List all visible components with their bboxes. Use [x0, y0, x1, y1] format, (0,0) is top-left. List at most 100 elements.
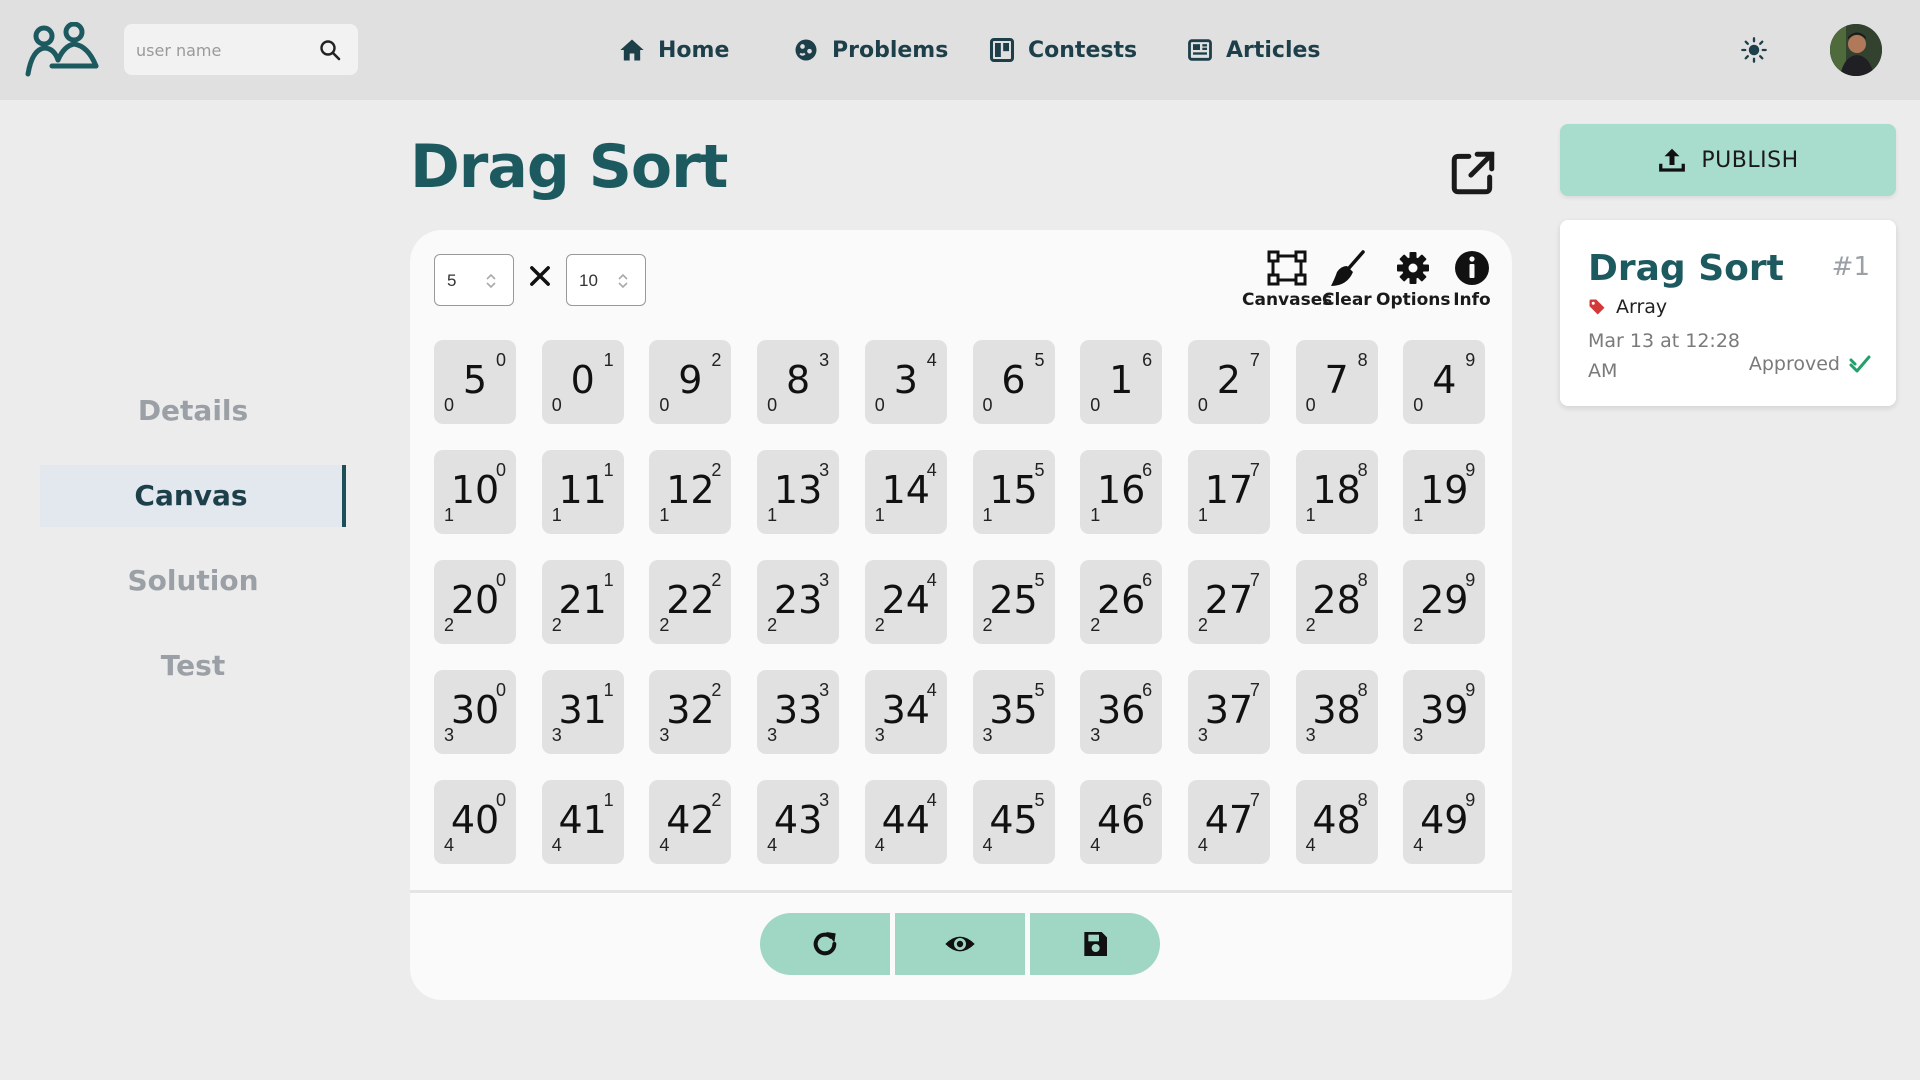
preview-button[interactable] [895, 913, 1025, 975]
publish-button[interactable]: PUBLISH [1560, 124, 1896, 196]
cell-row-index: 0 [1090, 395, 1101, 415]
side-item-canvas[interactable]: Canvas [40, 465, 346, 527]
grid-cell[interactable]: 010 [541, 340, 624, 424]
grid-cell[interactable]: 28 8 2 [1295, 560, 1378, 644]
grid-cell[interactable]: 13 3 1 [757, 450, 840, 534]
grid-cell[interactable]: 20 0 2 [434, 560, 516, 644]
grid-cell[interactable]: 21 1 2 [541, 560, 624, 644]
grid-cell[interactable]: 29 9 2 [1403, 560, 1486, 644]
tool-info[interactable]: Info [1450, 248, 1494, 310]
grid-cell[interactable]: 47 7 4 [1187, 780, 1270, 864]
nav-articles[interactable]: Articles [1186, 30, 1321, 70]
eye-icon [945, 936, 975, 952]
grid-cell[interactable]: 49 9 4 [1403, 780, 1486, 864]
grid-cell[interactable]: 27 7 2 [1187, 560, 1270, 644]
nav-problems[interactable]: Problems [792, 30, 948, 70]
tool-options[interactable]: Options [1376, 248, 1450, 310]
grid-cell[interactable]: 11 1 1 [541, 450, 624, 534]
save-button[interactable] [1030, 913, 1160, 975]
nav-contests[interactable]: Contests [988, 30, 1137, 70]
refresh-button[interactable] [760, 913, 890, 975]
cell-row-index: 0 [551, 395, 562, 415]
stepper-arrows-icon[interactable] [485, 271, 497, 291]
grid-cell[interactable]: 23 3 2 [757, 560, 840, 644]
grid-cell[interactable]: 10 0 1 [434, 450, 516, 534]
grid-cell[interactable]: 830 [757, 340, 840, 424]
cell-col-index: 8 [1357, 790, 1368, 810]
cell-col-index: 9 [1465, 570, 1476, 590]
grid-cell[interactable]: 920 [649, 340, 732, 424]
search-icon[interactable] [318, 38, 342, 62]
card-title: Drag Sort [1588, 248, 1784, 289]
grid-cell[interactable]: 22 2 2 [649, 560, 732, 644]
cell-col-index: 8 [1357, 570, 1368, 590]
side-item-details[interactable]: Details [40, 380, 346, 442]
cell-col-index: 2 [711, 570, 722, 590]
grid-cell[interactable]: 490 [1403, 340, 1486, 424]
cell-col-index: 0 [495, 460, 506, 480]
cols-stepper[interactable]: 10 [566, 254, 646, 306]
grid-cell[interactable]: 17 7 1 [1187, 450, 1270, 534]
grid-cell[interactable]: 33 3 3 [757, 670, 840, 754]
side-item-solution[interactable]: Solution [40, 550, 346, 612]
external-link-icon[interactable] [1448, 148, 1498, 198]
grid-cell[interactable]: 37 7 3 [1187, 670, 1270, 754]
grid-cell[interactable]: 30 0 3 [434, 670, 516, 754]
card-tag[interactable]: Array [1588, 296, 1667, 318]
grid-cell[interactable]: 650 [972, 340, 1055, 424]
grid-cell[interactable]: 40 0 4 [434, 780, 516, 864]
cell-row-index: 2 [659, 615, 670, 635]
grid-cell[interactable]: 43 3 4 [757, 780, 840, 864]
puzzle-icon [795, 39, 817, 61]
grid-cell[interactable]: 340 [864, 340, 947, 424]
grid-cell[interactable]: 15 5 1 [972, 450, 1055, 534]
grid-cell[interactable]: 41 1 4 [541, 780, 624, 864]
avatar[interactable] [1830, 24, 1882, 76]
grid-cell[interactable]: 38 8 3 [1295, 670, 1378, 754]
cell-row-index: 4 [1413, 835, 1424, 855]
action-group [760, 913, 1160, 975]
grid-cell[interactable]: 25 5 2 [972, 560, 1055, 644]
grid-cell[interactable]: 44 4 4 [864, 780, 947, 864]
grid-cell[interactable]: 780 [1295, 340, 1378, 424]
grid-cell[interactable]: 42 2 4 [649, 780, 732, 864]
cell-row-index: 3 [1305, 725, 1316, 745]
grid-cell[interactable]: 18 8 1 [1295, 450, 1378, 534]
grid-cell[interactable]: 24 4 2 [864, 560, 947, 644]
nav-home[interactable]: Home [618, 30, 729, 70]
tool-canvases[interactable]: Canvases [1242, 248, 1332, 310]
nav-problems-label: Problems [832, 37, 949, 63]
grid-cell[interactable]: 26 6 2 [1080, 560, 1163, 644]
logo-icon[interactable] [24, 22, 100, 78]
grid-cell[interactable]: 14 4 1 [864, 450, 947, 534]
rows-stepper[interactable]: 5 [434, 254, 514, 306]
grid-cell[interactable]: 35 5 3 [972, 670, 1055, 754]
refresh-icon [813, 932, 837, 956]
grid-cell[interactable]: 31 1 3 [541, 670, 624, 754]
grid-cell[interactable]: 160 [1080, 340, 1163, 424]
grid-cell[interactable]: 46 6 4 [1080, 780, 1163, 864]
theme-toggle-icon[interactable] [1740, 36, 1768, 64]
page-title: Drag Sort [410, 132, 728, 202]
grid-cell[interactable]: 36 6 3 [1080, 670, 1163, 754]
tool-clear[interactable]: Clear [1322, 248, 1372, 310]
problem-card[interactable]: Drag Sort #1 Array Mar 13 at 12:28 AM Ap… [1560, 220, 1896, 406]
search-box [124, 24, 358, 75]
grid-cell[interactable]: 500 [434, 340, 516, 424]
cell-col-index: 9 [1465, 350, 1476, 370]
grid-cell[interactable]: 34 4 3 [864, 670, 947, 754]
grid-cell[interactable]: 45 5 4 [972, 780, 1055, 864]
cell-col-index: 4 [926, 680, 937, 700]
side-item-test[interactable]: Test [40, 635, 346, 697]
card-number: #1 [1831, 252, 1870, 282]
grid-cell[interactable]: 19 9 1 [1403, 450, 1486, 534]
grid-cell[interactable]: 12 2 1 [649, 450, 732, 534]
grid-cell[interactable]: 39 9 3 [1403, 670, 1486, 754]
grid-cell[interactable]: 48 8 4 [1295, 780, 1378, 864]
grid-cell[interactable]: 270 [1187, 340, 1270, 424]
grid-cell[interactable]: 16 6 1 [1080, 450, 1163, 534]
search-input[interactable] [136, 36, 316, 64]
grid-cell[interactable]: 32 2 3 [649, 670, 732, 754]
stepper-arrows-icon[interactable] [617, 271, 629, 291]
canvas-panel: 5 10 Canvases Clear Options Info 5 0 0 0… [410, 230, 1512, 1000]
